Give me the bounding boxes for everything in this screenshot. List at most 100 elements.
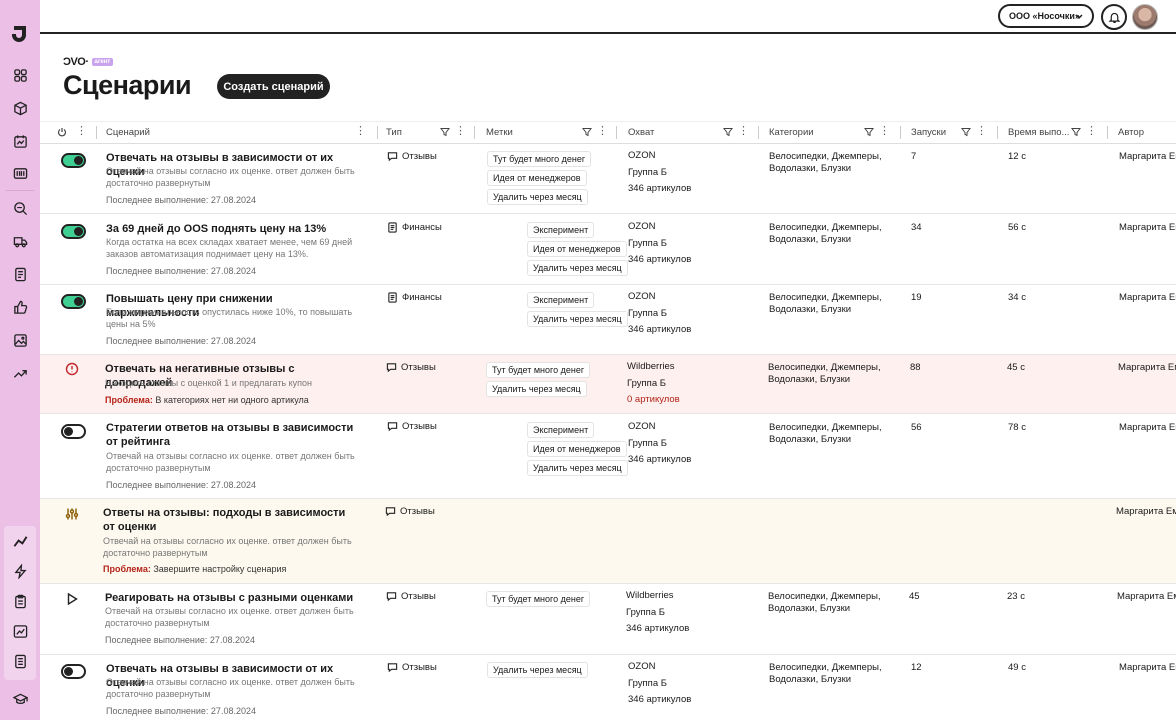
problem-label: Проблема:: [105, 395, 153, 405]
col-tags[interactable]: Метки: [486, 127, 513, 138]
column-menu-icon[interactable]: ⋮: [597, 126, 608, 137]
play-icon[interactable]: [65, 592, 79, 606]
status-toggle[interactable]: [61, 153, 86, 168]
scenario-description: Отвечай на отзывы согласно их оценке. от…: [103, 536, 352, 558]
col-author[interactable]: Автор: [1118, 127, 1144, 138]
user-avatar[interactable]: [1132, 4, 1158, 30]
column-separator: [997, 126, 998, 139]
tag-chip[interactable]: Удалить через месяц: [487, 189, 588, 205]
table-row[interactable]: Реагировать на отзывы с разными оценками…: [40, 584, 1176, 655]
thumbs-up-icon[interactable]: [12, 299, 28, 315]
column-separator: [758, 126, 759, 139]
column-menu-icon[interactable]: ⋮: [355, 126, 366, 137]
tag-chip[interactable]: Идея от менеджеров: [527, 441, 627, 457]
last-run: Последнее выполнение: 27.08.2024: [105, 635, 255, 645]
filter-icon[interactable]: [864, 127, 874, 137]
column-separator: [96, 126, 97, 139]
trend-icon[interactable]: [12, 365, 28, 381]
tag-chip[interactable]: Тут будет много денег: [486, 591, 591, 607]
image-icon[interactable]: [12, 332, 28, 348]
truck-icon[interactable]: [12, 233, 28, 249]
lightning-icon[interactable]: [12, 563, 28, 579]
tag-chip[interactable]: Эксперимент: [527, 222, 595, 238]
scenario-title[interactable]: Ответы на отзывы: подходы в зависимости …: [103, 506, 353, 534]
org-select[interactable]: ООО «Носочки»: [998, 4, 1094, 28]
filter-icon[interactable]: [582, 127, 592, 137]
table-row[interactable]: Ответы на отзывы: подходы в зависимости …: [40, 499, 1176, 584]
status-toggle[interactable]: [61, 664, 86, 679]
tag-chip[interactable]: Удалить через месяц: [487, 662, 588, 678]
document-icon[interactable]: [12, 266, 28, 282]
group: Группа Б: [628, 677, 667, 689]
tag-chip[interactable]: Идея от менеджеров: [487, 170, 587, 186]
filter-icon[interactable]: [440, 127, 450, 137]
table-row[interactable]: Стратегии ответов на отзывы в зависимост…: [40, 414, 1176, 499]
author-name: Маргарита Ем: [1117, 591, 1176, 602]
tag-chip[interactable]: Тут будет много денег: [487, 151, 592, 167]
tag-chip[interactable]: Эксперимент: [527, 292, 595, 308]
filter-icon[interactable]: [961, 127, 971, 137]
table-row[interactable]: Отвечать на отзывы в зависимости от их о…: [40, 143, 1176, 214]
seo-icon[interactable]: [12, 200, 28, 216]
categories-cell: Велосипедки, Джемперы, Водолазки, Блузки: [768, 362, 881, 385]
create-scenario-button[interactable]: Создать сценарий: [217, 74, 330, 99]
scenarios-icon[interactable]: [12, 533, 28, 549]
column-menu-icon[interactable]: ⋮: [455, 126, 466, 137]
table-row[interactable]: Отвечать на отзывы в зависимости от их о…: [40, 655, 1176, 725]
type-label: Отзывы: [401, 591, 436, 602]
clipboard-icon[interactable]: [12, 593, 28, 609]
col-categories[interactable]: Категории: [769, 127, 814, 138]
tag-chip[interactable]: Эксперимент: [527, 422, 595, 438]
type-label: Отзывы: [402, 421, 437, 432]
calendar-chart-icon[interactable]: [12, 133, 28, 149]
table-row[interactable]: За 69 дней до OOS поднять цену на 13% Ко…: [40, 214, 1176, 285]
type-label: Отзывы: [401, 362, 436, 373]
col-duration[interactable]: Время выпо...: [1008, 127, 1069, 138]
power-icon[interactable]: [57, 127, 67, 137]
status-toggle[interactable]: [61, 224, 86, 239]
barcode-icon[interactable]: [12, 165, 28, 181]
analytics-icon[interactable]: [12, 623, 28, 639]
table-row[interactable]: Повышать цену при снижении маржинальност…: [40, 285, 1176, 355]
logo-icon[interactable]: [11, 24, 29, 44]
tag-chip[interactable]: Тут будет много денег: [486, 362, 591, 378]
runs-count: 34: [911, 222, 922, 233]
scenario-title[interactable]: Реагировать на отзывы с разными оценками: [105, 591, 355, 605]
report-icon[interactable]: [12, 653, 28, 669]
coverage-cell: OZON Группа Б 346 артикулов: [628, 419, 691, 469]
filter-icon[interactable]: [1071, 127, 1081, 137]
chat-icon: [385, 507, 396, 517]
dashboard-icon[interactable]: [12, 67, 28, 83]
column-menu-icon[interactable]: ⋮: [1086, 126, 1097, 137]
filter-icon[interactable]: [723, 127, 733, 137]
column-menu-icon[interactable]: ⋮: [976, 126, 987, 137]
tag-chip[interactable]: Удалить через месяц: [527, 260, 628, 276]
scenario-title[interactable]: За 69 дней до OOS поднять цену на 13%: [106, 222, 356, 236]
status-toggle[interactable]: [61, 294, 86, 309]
column-menu-icon[interactable]: ⋮: [879, 126, 890, 137]
column-menu-icon[interactable]: ⋮: [738, 126, 749, 137]
notifications-button[interactable]: [1101, 4, 1127, 30]
tag-chip[interactable]: Удалить через месяц: [486, 381, 587, 397]
tag-chip[interactable]: Удалить через месяц: [527, 311, 628, 327]
author-name: Маргарита Ем: [1119, 422, 1176, 433]
col-type[interactable]: Тип: [386, 127, 402, 138]
coverage-cell: OZON Группа Б 346 артикулов: [628, 148, 691, 198]
marketplace: Wildberries: [626, 590, 674, 601]
author-name: Маргарита Ем: [1119, 292, 1176, 303]
col-coverage[interactable]: Охват: [628, 127, 654, 138]
status-toggle[interactable]: [61, 424, 86, 439]
col-scenario[interactable]: Сценарий: [106, 127, 150, 138]
author-name: Маргарита Ем: [1119, 222, 1176, 233]
page-title: Сценарии: [63, 70, 192, 100]
col-runs[interactable]: Запуски: [911, 127, 946, 138]
tag-chip[interactable]: Идея от менеджеров: [527, 241, 627, 257]
scenario-description: Отвечай на отзывы согласно их оценке. от…: [106, 677, 355, 699]
column-menu-icon[interactable]: ⋮: [76, 126, 87, 137]
box-icon[interactable]: [12, 100, 28, 116]
table-row[interactable]: Отвечать на негативные отзывы с допродаж…: [40, 355, 1176, 414]
sku-count: 346 артикулов: [628, 454, 692, 465]
tag-chip[interactable]: Удалить через месяц: [527, 460, 628, 476]
education-icon[interactable]: [12, 691, 28, 707]
scenario-title[interactable]: Стратегии ответов на отзывы в зависимост…: [106, 421, 356, 449]
